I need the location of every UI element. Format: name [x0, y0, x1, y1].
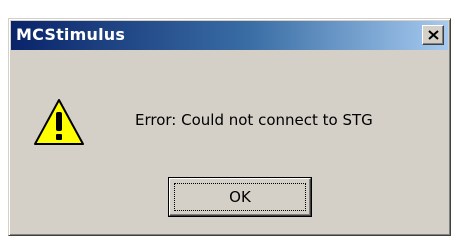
close-button[interactable] [422, 25, 444, 45]
warning-icon [34, 99, 84, 145]
title-bar[interactable]: MCStimulus [11, 21, 448, 50]
ok-button-label: OK [229, 188, 251, 206]
error-message: Error: Could not connect to STG [135, 111, 373, 129]
close-icon [428, 30, 439, 40]
dialog-title: MCStimulus [16, 25, 126, 44]
error-dialog: MCStimulus Error: Could not connect to S… [8, 18, 451, 236]
ok-button[interactable]: OK [168, 177, 312, 217]
